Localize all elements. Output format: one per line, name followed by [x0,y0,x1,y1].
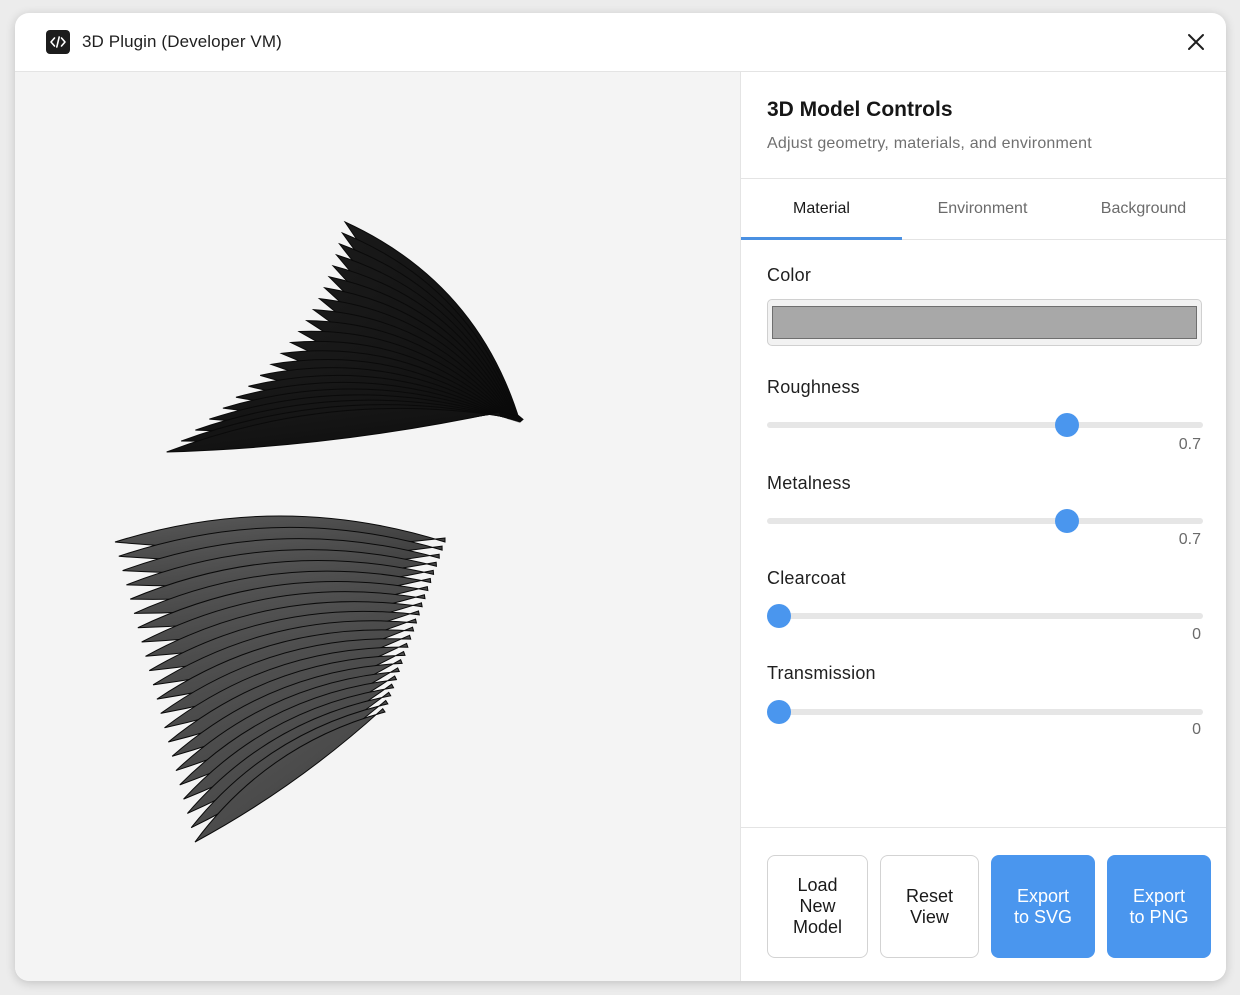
3d-model-render[interactable] [15,72,740,981]
clearcoat-slider[interactable] [767,604,1203,628]
clearcoat-label: Clearcoat [767,568,846,588]
load-new-model-button[interactable]: Load New Model [767,855,868,958]
slider-track [767,422,1203,428]
action-footer: Load New Model Reset View Export to SVG … [741,827,1226,981]
roughness-label: Roughness [767,377,860,397]
panel-title: 3D Model Controls [767,98,953,121]
transmission-slider[interactable] [767,700,1203,724]
slider-track [767,613,1203,619]
tab-bar: Material Environment Background [741,179,1226,240]
transmission-value: 0 [1192,721,1201,738]
window-title: 3D Plugin (Developer VM) [82,32,282,51]
close-icon[interactable] [1184,30,1208,54]
tab-background[interactable]: Background [1063,179,1224,239]
plugin-window: 3D Plugin (Developer VM) 3D Model Contro… [15,13,1226,981]
slider-track [767,709,1203,715]
roughness-value: 0.7 [1178,436,1201,453]
export-svg-button[interactable]: Export to SVG [991,855,1095,958]
color-swatch-fill [772,306,1197,339]
code-icon [46,30,70,54]
metalness-label: Metalness [767,473,851,493]
clearcoat-value: 0 [1192,626,1201,643]
transmission-label: Transmission [767,663,876,683]
slider-thumb[interactable] [1055,509,1080,533]
slider-track [767,518,1203,524]
slider-thumb[interactable] [767,700,791,724]
metalness-slider[interactable] [767,509,1203,533]
export-png-button[interactable]: Export to PNG [1107,855,1211,958]
controls-panel: 3D Model Controls Adjust geometry, mater… [740,72,1226,981]
panel-subtitle: Adjust geometry, materials, and environm… [767,135,1092,152]
reset-view-button[interactable]: Reset View [880,855,979,958]
slider-thumb[interactable] [767,604,791,628]
metalness-value: 0.7 [1178,531,1201,548]
panel-header: 3D Model Controls Adjust geometry, mater… [741,72,1226,179]
tab-environment[interactable]: Environment [902,179,1063,239]
slider-thumb[interactable] [1055,413,1080,437]
roughness-slider[interactable] [767,413,1203,437]
color-label: Color [767,265,812,285]
color-picker[interactable] [767,299,1202,346]
title-bar: 3D Plugin (Developer VM) [15,13,1226,72]
tab-material[interactable]: Material [741,179,902,240]
3d-viewport[interactable] [15,72,740,981]
